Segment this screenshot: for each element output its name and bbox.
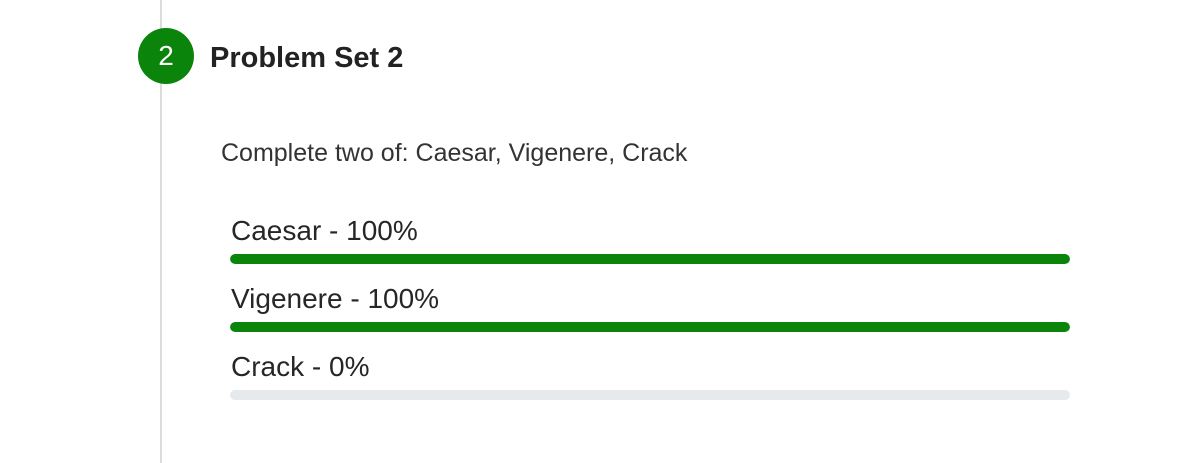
progress-label: Vigenere - 100% xyxy=(231,283,440,314)
progress-track xyxy=(230,254,1070,264)
progress-item-vigenere: Vigenere - 100% xyxy=(230,278,1070,346)
step-number-badge: 2 xyxy=(138,28,194,84)
step-number: 2 xyxy=(158,40,174,71)
progress-item-crack: Crack - 0% xyxy=(230,346,1070,414)
step-title: Problem Set 2 xyxy=(210,42,404,74)
progress-label: Crack - 0% xyxy=(231,351,370,382)
progress-track xyxy=(230,390,1070,400)
step-instructions: Complete two of: Caesar, Vigenere, Crack xyxy=(221,139,688,167)
progress-list: Caesar - 100% Vigenere - 100% Crack - 0% xyxy=(230,210,1070,414)
progress-item-caesar: Caesar - 100% xyxy=(230,210,1070,278)
progress-label: Caesar - 100% xyxy=(231,215,418,246)
progress-fill xyxy=(230,254,1070,264)
progress-fill xyxy=(230,322,1070,332)
problem-set-section: 2 Problem Set 2 Complete two of: Caesar,… xyxy=(0,0,1200,463)
progress-track xyxy=(230,322,1070,332)
